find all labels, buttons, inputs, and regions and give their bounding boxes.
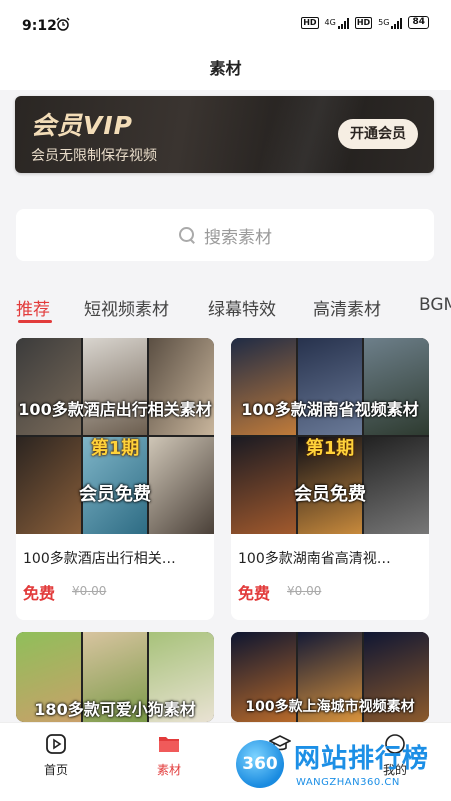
card-thumbnail: 180多款可爱小狗素材 bbox=[16, 632, 214, 722]
nav-home-label: 首页 bbox=[43, 763, 68, 777]
thumbnail-episode: 第1期 bbox=[305, 438, 355, 459]
page-title: 素材 bbox=[209, 59, 242, 78]
watermark-url: WANGZHAN360.CN bbox=[296, 777, 400, 788]
vip-banner[interactable]: 会员VIP 会员无限制保存视频 开通会员 bbox=[15, 96, 434, 173]
card-thumbnail: 100多款湖南省视频素材 第1期 会员免费 bbox=[231, 338, 429, 534]
search-placeholder: 搜索素材 bbox=[204, 227, 272, 248]
card-title: 100多款湖南省高清视… bbox=[238, 551, 391, 567]
thumbnail-title: 100多款湖南省视频素材 bbox=[241, 400, 419, 419]
nav-home[interactable]: 首页 bbox=[16, 733, 96, 778]
nav-material-label: 素材 bbox=[156, 763, 181, 777]
material-card[interactable]: 100多款湖南省视频素材 第1期 会员免费 100多款湖南省高清视… 免费 ¥0… bbox=[231, 338, 429, 620]
tab-green-screen[interactable]: 绿幕特效 bbox=[208, 295, 276, 320]
status-time: 9:12 bbox=[22, 18, 57, 34]
thumbnail-badge: 会员免费 bbox=[294, 484, 366, 505]
tab-bgm[interactable]: BGM bbox=[419, 295, 451, 315]
card-old-price: ¥0.00 bbox=[72, 584, 107, 598]
status-bar: 9:12 HD 4G HD 5G 84 bbox=[0, 0, 451, 56]
play-square-icon bbox=[46, 734, 66, 754]
tab-recommend[interactable]: 推荐 bbox=[16, 295, 50, 320]
material-card[interactable]: 180多款可爱小狗素材 bbox=[16, 632, 214, 722]
network-label-4g: 4G bbox=[324, 18, 336, 27]
card-title: 100多款酒店出行相关… bbox=[23, 551, 176, 567]
search-icon bbox=[178, 226, 196, 244]
material-card[interactable]: 100多款上海城市视频素材 bbox=[231, 632, 429, 722]
tab-hd[interactable]: 高清素材 bbox=[313, 295, 381, 320]
card-price: 免费 bbox=[238, 584, 271, 603]
network-label-5g: 5G bbox=[378, 18, 390, 27]
card-price: 免费 bbox=[23, 584, 56, 603]
open-membership-button[interactable]: 开通会员 bbox=[338, 119, 418, 149]
watermark-logo: 360 bbox=[236, 740, 284, 788]
vip-subtitle: 会员无限制保存视频 bbox=[31, 148, 157, 164]
thumbnail-title: 100多款酒店出行相关素材 bbox=[18, 400, 212, 419]
signal-icon-2 bbox=[391, 17, 403, 29]
hd-icon-2: HD bbox=[354, 16, 373, 29]
card-old-price: ¥0.00 bbox=[287, 584, 322, 598]
tab-short-video[interactable]: 短视频素材 bbox=[84, 295, 169, 320]
signal-icon bbox=[337, 17, 349, 29]
search-bar[interactable]: 搜索素材 bbox=[16, 209, 434, 261]
nav-material[interactable]: 素材 bbox=[129, 733, 209, 778]
card-thumbnail: 100多款上海城市视频素材 bbox=[231, 632, 429, 722]
folder-icon bbox=[159, 737, 179, 752]
vip-title: 会员VIP bbox=[31, 111, 133, 140]
battery-icon: 84 bbox=[408, 16, 429, 29]
alarm-icon bbox=[56, 17, 70, 31]
thumbnail-badge: 会员免费 bbox=[79, 484, 151, 505]
page-header: 素材 bbox=[0, 56, 451, 90]
hd-icon: HD bbox=[301, 16, 319, 29]
site-watermark: 360 网站排行榜 WANGZHAN360.CN bbox=[236, 732, 451, 800]
thumbnail-title: 180多款可爱小狗素材 bbox=[34, 700, 196, 719]
tab-underline bbox=[18, 320, 52, 323]
category-tabs: 推荐 短视频素材 绿幕特效 高清素材 BGM bbox=[0, 290, 451, 324]
thumbnail-episode: 第1期 bbox=[90, 438, 140, 459]
thumbnail-title: 100多款上海城市视频素材 bbox=[245, 699, 415, 715]
watermark-text: 网站排行榜 bbox=[294, 744, 430, 774]
status-icons: HD 4G HD 5G 84 bbox=[301, 16, 429, 29]
material-card[interactable]: 100多款酒店出行相关素材 第1期 会员免费 100多款酒店出行相关… 免费 ¥… bbox=[16, 338, 214, 620]
card-thumbnail: 100多款酒店出行相关素材 第1期 会员免费 bbox=[16, 338, 214, 534]
